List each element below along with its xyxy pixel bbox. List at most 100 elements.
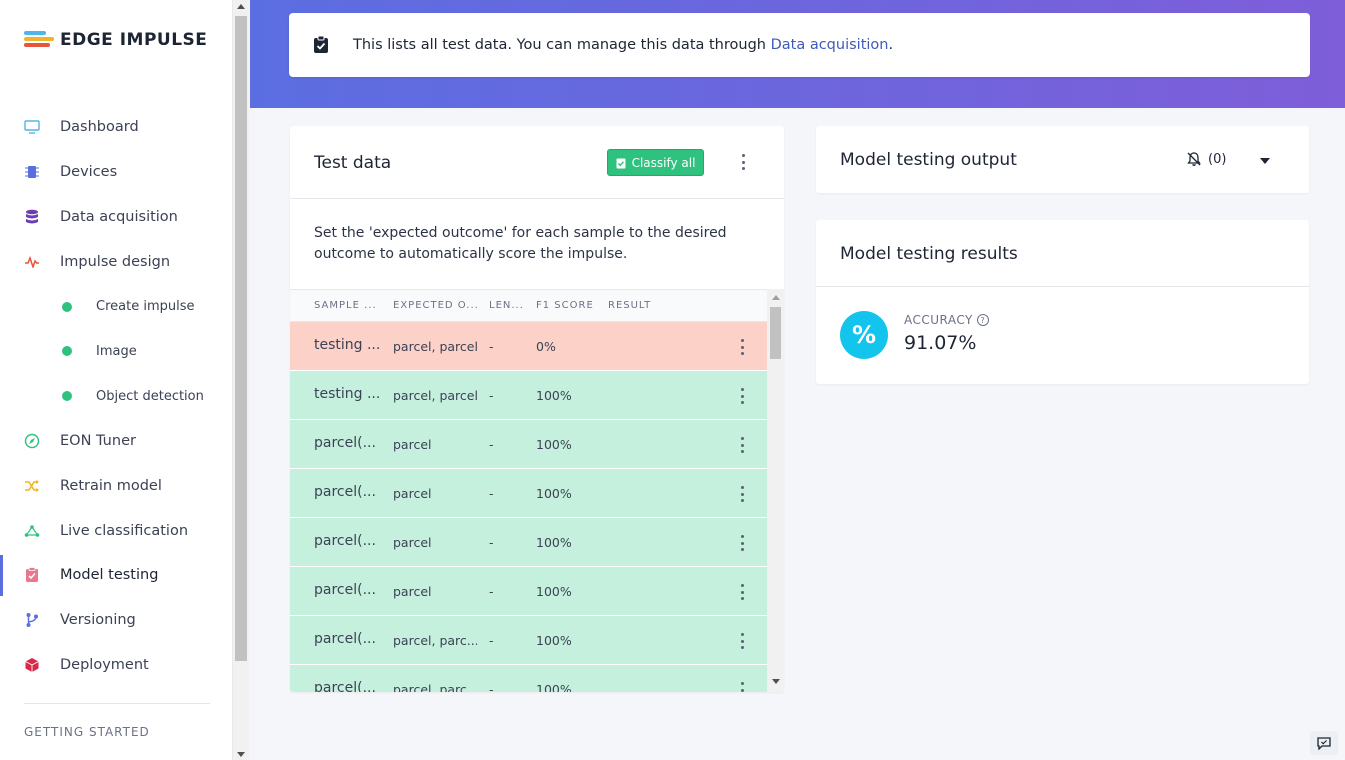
row-menu-icon[interactable] [736, 633, 748, 649]
expected-outcome: parcel [393, 535, 432, 550]
column-length[interactable]: LEN... [489, 300, 525, 311]
help-icon[interactable]: ? [976, 314, 989, 326]
sidebar-divider [24, 703, 210, 704]
expected-outcome: parcel [393, 486, 432, 501]
column-result[interactable]: RESULT [608, 300, 668, 311]
model-testing-results-card: Model testing results % ACCURACY ? 91.07… [816, 220, 1309, 384]
sidebar-item-versioning[interactable]: Versioning [0, 598, 232, 643]
brand-name: EDGE IMPULSE [60, 30, 208, 50]
f1-score: 100% [536, 633, 572, 648]
scroll-up-icon[interactable] [772, 295, 780, 300]
sidebar-item-label: EON Tuner [60, 432, 136, 449]
table-row[interactable]: parcel(... parcel - 100% [290, 567, 767, 616]
sample-name[interactable]: parcel(... [314, 582, 382, 598]
f1-score: 0% [536, 339, 556, 354]
table-row[interactable]: parcel(... parcel - 100% [290, 420, 767, 469]
table-scrollbar[interactable] [767, 289, 784, 692]
sample-length: - [489, 486, 494, 501]
scroll-up-icon[interactable] [237, 4, 245, 9]
sidebar-item-retrain-model[interactable]: Retrain model [0, 463, 232, 508]
sample-length: - [489, 388, 494, 403]
sidebar-item-label: Create impulse [96, 299, 195, 315]
test-data-table: SAMPLE ... EXPECTED O... LEN... F1 SCORE… [290, 289, 784, 692]
sidebar-item-image[interactable]: Image [0, 329, 232, 374]
clipboard-check-icon [616, 158, 626, 168]
table-row[interactable]: parcel(... parcel - 100% [290, 469, 767, 518]
sidebar-item-create-impulse[interactable]: Create impulse [0, 284, 232, 329]
row-menu-icon[interactable] [736, 339, 748, 355]
scroll-down-icon[interactable] [237, 752, 245, 757]
sample-name[interactable]: parcel(... [314, 484, 382, 500]
notifications-count: (0) [1208, 151, 1227, 167]
sample-name[interactable]: testing ... [314, 386, 382, 402]
table-row[interactable]: parcel(... parcel, parc... - 100% [290, 665, 767, 692]
logo[interactable]: EDGE IMPULSE [24, 30, 207, 50]
table-row[interactable]: parcel(... parcel, parc... -100% [290, 616, 767, 665]
sample-name[interactable]: testing ... [314, 337, 382, 353]
table-header: SAMPLE ... EXPECTED O... LEN... F1 SCORE… [290, 289, 767, 322]
sample-length: - [489, 339, 494, 354]
chevron-down-icon[interactable] [1260, 158, 1270, 164]
table-row[interactable]: testing ... parcel, parcel - 0% [290, 322, 767, 371]
sidebar: EDGE IMPULSE Dashboard Devices Data acquis… [0, 0, 233, 760]
column-expected-outcome[interactable]: EXPECTED O... [393, 300, 477, 311]
info-text: This lists all test data. You can manage… [353, 37, 893, 53]
sample-name[interactable]: parcel(... [314, 631, 382, 647]
sidebar-item-object-detection[interactable]: Object detection [0, 374, 232, 419]
clipboard-check-icon [314, 36, 328, 53]
sample-name[interactable]: parcel(... [314, 533, 382, 549]
accuracy-value: 91.07% [904, 332, 977, 354]
f1-score: 100% [536, 682, 572, 692]
sample-length: - [489, 633, 494, 648]
bell-off-icon [1187, 152, 1201, 166]
branch-icon [24, 612, 40, 628]
sidebar-item-data-acquisition[interactable]: Data acquisition [0, 195, 232, 240]
sidebar-item-label: Data acquisition [60, 208, 178, 225]
notifications-toggle[interactable]: (0) [1186, 151, 1226, 167]
sidebar-item-model-testing[interactable]: Model testing [0, 552, 232, 598]
data-acquisition-link[interactable]: Data acquisition [771, 37, 889, 53]
sidebar-item-deployment[interactable]: Deployment [0, 643, 232, 688]
row-menu-icon[interactable] [736, 535, 748, 551]
dot-icon [62, 346, 72, 357]
sidebar-item-label: Dashboard [60, 119, 139, 136]
table-row[interactable]: parcel(... parcel - 100% [290, 518, 767, 567]
info-banner: This lists all test data. You can manage… [289, 13, 1310, 77]
sample-name[interactable]: parcel(... [314, 680, 382, 692]
feedback-button[interactable] [1310, 731, 1338, 755]
classify-all-button[interactable]: Classify all [607, 149, 704, 176]
scrollbar-thumb[interactable] [235, 16, 247, 661]
row-menu-icon[interactable] [736, 682, 748, 692]
dot-icon [62, 301, 72, 312]
row-menu-icon[interactable] [736, 486, 748, 502]
column-f1-score[interactable]: F1 SCORE [536, 300, 596, 311]
row-menu-icon[interactable] [736, 388, 748, 404]
sidebar-item-impulse-design[interactable]: Impulse design [0, 239, 232, 284]
row-menu-icon[interactable] [736, 584, 748, 600]
sidebar-nav: Dashboard Devices Data acquisition Impulse … [0, 105, 232, 687]
test-data-header: Test data Classify all [290, 126, 784, 199]
test-data-menu-icon[interactable] [737, 154, 749, 170]
sidebar-scrollbar[interactable] [233, 0, 249, 760]
f1-score: 100% [536, 535, 572, 550]
scroll-down-icon[interactable] [772, 679, 780, 684]
sample-length: - [489, 682, 494, 692]
percent-icon: % [840, 311, 888, 359]
sample-name[interactable]: parcel(... [314, 435, 382, 451]
sidebar-item-live-classification[interactable]: Live classification [0, 508, 232, 553]
table-scrollbar-thumb[interactable] [770, 307, 781, 359]
column-sample[interactable]: SAMPLE ... [314, 300, 380, 311]
sidebar-item-devices[interactable]: Devices [0, 150, 232, 195]
model-testing-output-title: Model testing output [840, 150, 1017, 170]
table-row[interactable]: testing ... parcel, parcel - 100% [290, 371, 767, 420]
expected-outcome: parcel, parc... [393, 682, 477, 692]
sidebar-item-label: Model testing [60, 567, 159, 584]
info-text-suffix: . [888, 37, 894, 53]
monitor-icon [24, 119, 40, 135]
sidebar-item-label: Retrain model [60, 477, 162, 494]
sidebar-item-label: Impulse design [60, 253, 171, 270]
network-icon [24, 523, 40, 539]
sidebar-item-dashboard[interactable]: Dashboard [0, 105, 232, 150]
sidebar-item-eon-tuner[interactable]: EON Tuner [0, 419, 232, 464]
row-menu-icon[interactable] [736, 437, 748, 453]
